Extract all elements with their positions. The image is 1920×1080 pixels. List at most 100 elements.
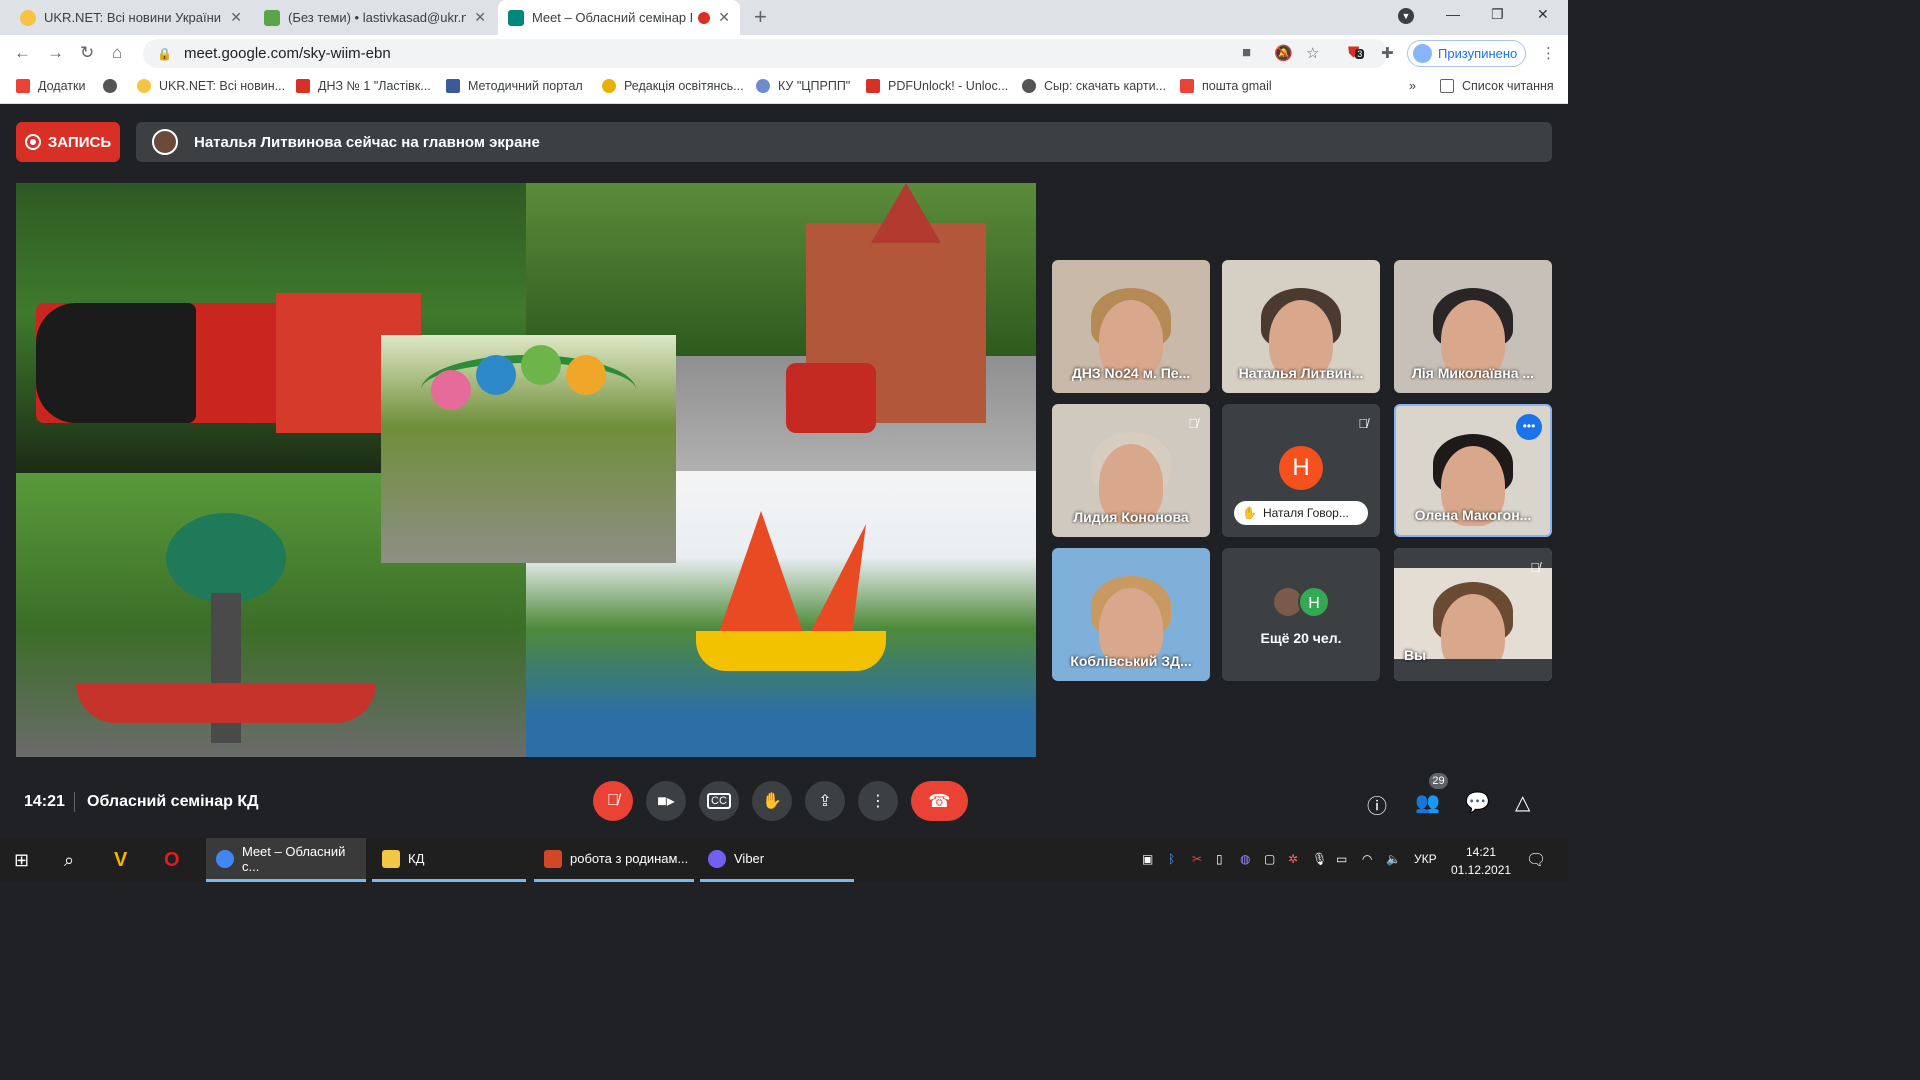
camera-button[interactable]: ■▸ bbox=[646, 781, 686, 821]
present-button[interactable]: ⇪ bbox=[805, 781, 845, 821]
taskbar-label: робота з родинам... bbox=[570, 851, 689, 866]
tray-app-icon-2[interactable]: ✂ bbox=[1192, 852, 1202, 866]
tab-meet[interactable]: Meet – Обласний семінар К ✕ bbox=[498, 0, 740, 35]
close-window-button[interactable]: ✕ bbox=[1537, 6, 1549, 23]
close-tab-icon[interactable]: ✕ bbox=[718, 9, 730, 26]
record-icon bbox=[24, 134, 41, 150]
shared-screen bbox=[16, 183, 1036, 757]
participant-name: Лія Миколаївна ... bbox=[1411, 365, 1535, 381]
tab-mail[interactable]: (Без теми) • lastivkasad@ukr.net ✕ bbox=[254, 0, 496, 35]
more-options-icon[interactable]: ••• bbox=[1516, 414, 1542, 440]
redaktsia-icon bbox=[602, 79, 616, 93]
bookmark-star-icon[interactable]: ☆ bbox=[1306, 44, 1319, 62]
participant-tile[interactable]: Наталья Литвин... bbox=[1222, 260, 1380, 393]
microphone-icon[interactable]: 🎙 bbox=[1312, 852, 1327, 866]
taskbar-item-folder[interactable]: КД bbox=[372, 838, 526, 882]
tab-search-icon[interactable]: ▼ bbox=[1398, 8, 1414, 24]
volume-icon[interactable]: 🔈 bbox=[1386, 852, 1401, 866]
bluetooth-icon[interactable]: ᛒ bbox=[1168, 852, 1175, 866]
participant-name: Коблівський ЗД... bbox=[1070, 653, 1192, 669]
taskbar-item-chrome[interactable]: Meet – Обласний с... bbox=[206, 838, 366, 882]
tray-app-icon[interactable]: ▣ bbox=[1142, 852, 1153, 866]
self-tile[interactable]: 🎙̸ Вы bbox=[1394, 548, 1552, 681]
bookmark-label: Редакція освітянсь... bbox=[624, 79, 744, 93]
record-indicator[interactable]: ЗАПИСЬ bbox=[16, 122, 120, 162]
more-participants-tile[interactable]: H Ещё 20 чел. bbox=[1222, 548, 1380, 681]
reading-list-button[interactable]: Список читання bbox=[1440, 79, 1554, 93]
bookmark-label: UKR.NET: Всі новин... bbox=[159, 79, 286, 93]
book-icon bbox=[446, 79, 460, 93]
bookmark-method-portal[interactable]: Методичний портал bbox=[446, 79, 583, 93]
bookmark-tsprpp[interactable]: КУ "ЦПРПП" bbox=[756, 79, 850, 93]
bookmark-globe[interactable] bbox=[103, 79, 125, 93]
viber-icon bbox=[708, 849, 726, 868]
start-button[interactable]: ⊞ bbox=[14, 838, 29, 882]
system-clock[interactable]: 14:21 01.12.2021 bbox=[1451, 845, 1511, 877]
mic-off-button[interactable]: 🎙̸ bbox=[593, 781, 633, 821]
close-tab-icon[interactable]: ✕ bbox=[474, 9, 486, 26]
folder-icon bbox=[382, 849, 400, 868]
close-tab-icon[interactable]: ✕ bbox=[230, 9, 242, 26]
windows-logo-icon: ⊞ bbox=[14, 849, 30, 870]
bookmark-syr[interactable]: Сыр: скачать карти... bbox=[1022, 79, 1166, 93]
participant-tile-active[interactable]: ••• Олена Макогон... bbox=[1394, 404, 1552, 537]
home-icon[interactable]: ⌂ bbox=[112, 43, 122, 63]
extension-shield-icon[interactable]: ⛊3 bbox=[1348, 44, 1365, 61]
participant-name: ДНЗ No24 м. Пе... bbox=[1071, 365, 1191, 381]
menu-kebab-icon[interactable]: ⋮ bbox=[1541, 44, 1556, 62]
leave-call-button[interactable]: ☎ bbox=[911, 781, 968, 821]
participant-tile[interactable]: ДНЗ No24 м. Пе... bbox=[1052, 260, 1210, 393]
tray-app-icon-3[interactable]: ▢ bbox=[1264, 852, 1275, 866]
browser-toolbar: ← → ↻ ⌂ 🔒 meet.google.com/sky-wiim-ebn ■… bbox=[0, 35, 1568, 71]
captions-button[interactable]: CC bbox=[699, 781, 739, 821]
tab-ukrnet[interactable]: UKR.NET: Всі новини України, о ✕ bbox=[10, 0, 252, 35]
more-bookmarks-button[interactable]: » bbox=[1409, 79, 1416, 93]
wifi-icon[interactable]: ◠ bbox=[1362, 852, 1372, 866]
notifications-off-icon[interactable]: 🔕 bbox=[1274, 44, 1293, 62]
chat-icon[interactable]: 💬 bbox=[1465, 790, 1490, 815]
address-bar[interactable]: 🔒 meet.google.com/sky-wiim-ebn bbox=[143, 39, 1388, 68]
raise-hand-button[interactable]: ✋ bbox=[752, 781, 792, 821]
bookmark-apps[interactable]: Додатки bbox=[16, 79, 85, 93]
participant-tile[interactable]: Н 🎙̸ ✋ Наталя Говор... bbox=[1222, 404, 1380, 537]
gmail-icon bbox=[1180, 79, 1194, 93]
new-tab-button[interactable]: + bbox=[754, 4, 767, 30]
recording-indicator-icon bbox=[698, 11, 711, 24]
bookmark-gmail[interactable]: пошта gmail bbox=[1180, 79, 1272, 93]
battery-icon[interactable]: ▭ bbox=[1336, 852, 1347, 866]
participant-tile[interactable]: 🎙̸ Лидия Кононова bbox=[1052, 404, 1210, 537]
reload-icon[interactable]: ↻ bbox=[80, 43, 94, 63]
profile-button[interactable]: Призупинено bbox=[1407, 40, 1526, 67]
more-options-button[interactable]: ⋮ bbox=[858, 781, 898, 821]
vivaldi-app[interactable]: V bbox=[114, 838, 127, 882]
bookmark-pdfunlock[interactable]: PDFUnlock! - Unloc... bbox=[866, 79, 1008, 93]
participant-tile[interactable]: Лія Миколаївна ... bbox=[1394, 260, 1552, 393]
viber-tray-icon[interactable]: ◍ bbox=[1240, 852, 1250, 866]
dnz-icon bbox=[296, 79, 310, 93]
taskbar-item-powerpoint[interactable]: робота з родинам... bbox=[534, 838, 694, 882]
globe-icon bbox=[103, 79, 117, 93]
minimize-button[interactable]: — bbox=[1446, 6, 1460, 22]
opera-app[interactable]: O bbox=[164, 838, 180, 882]
participant-tile[interactable]: Коблівський ЗД... bbox=[1052, 548, 1210, 681]
usb-icon[interactable]: ▯ bbox=[1216, 852, 1223, 866]
mic-off-icon: 🎙̸ bbox=[1358, 416, 1368, 431]
taskbar-item-viber[interactable]: Viber bbox=[700, 838, 854, 882]
bookmark-dnz[interactable]: ДНЗ № 1 "Ластівк... bbox=[296, 79, 431, 93]
activities-icon[interactable]: △ bbox=[1515, 790, 1530, 815]
language-indicator[interactable]: УКР bbox=[1414, 852, 1437, 866]
people-icon[interactable]: 👥 bbox=[1415, 790, 1440, 815]
extensions-puzzle-icon[interactable]: ✚ bbox=[1381, 44, 1394, 62]
search-button[interactable]: ⌕ bbox=[64, 838, 74, 882]
bookmark-redaktsia[interactable]: Редакція освітянсь... bbox=[602, 79, 744, 93]
maximize-button[interactable]: ❐ bbox=[1491, 6, 1504, 23]
camera-icon[interactable]: ■ bbox=[1242, 44, 1251, 61]
back-icon[interactable]: ← bbox=[14, 43, 31, 63]
notifications-icon[interactable]: 🗨 bbox=[1526, 850, 1546, 870]
tab-title: Meet – Обласний семінар К bbox=[532, 10, 693, 25]
forward-icon[interactable]: → bbox=[47, 43, 64, 63]
bookmark-ukrnet[interactable]: UKR.NET: Всі новин... bbox=[137, 79, 285, 93]
meeting-info-icon[interactable]: ⓘ bbox=[1367, 790, 1387, 819]
tray-app-icon-4[interactable]: ✲ bbox=[1288, 852, 1298, 866]
hang-up-icon: ☎ bbox=[928, 790, 951, 811]
